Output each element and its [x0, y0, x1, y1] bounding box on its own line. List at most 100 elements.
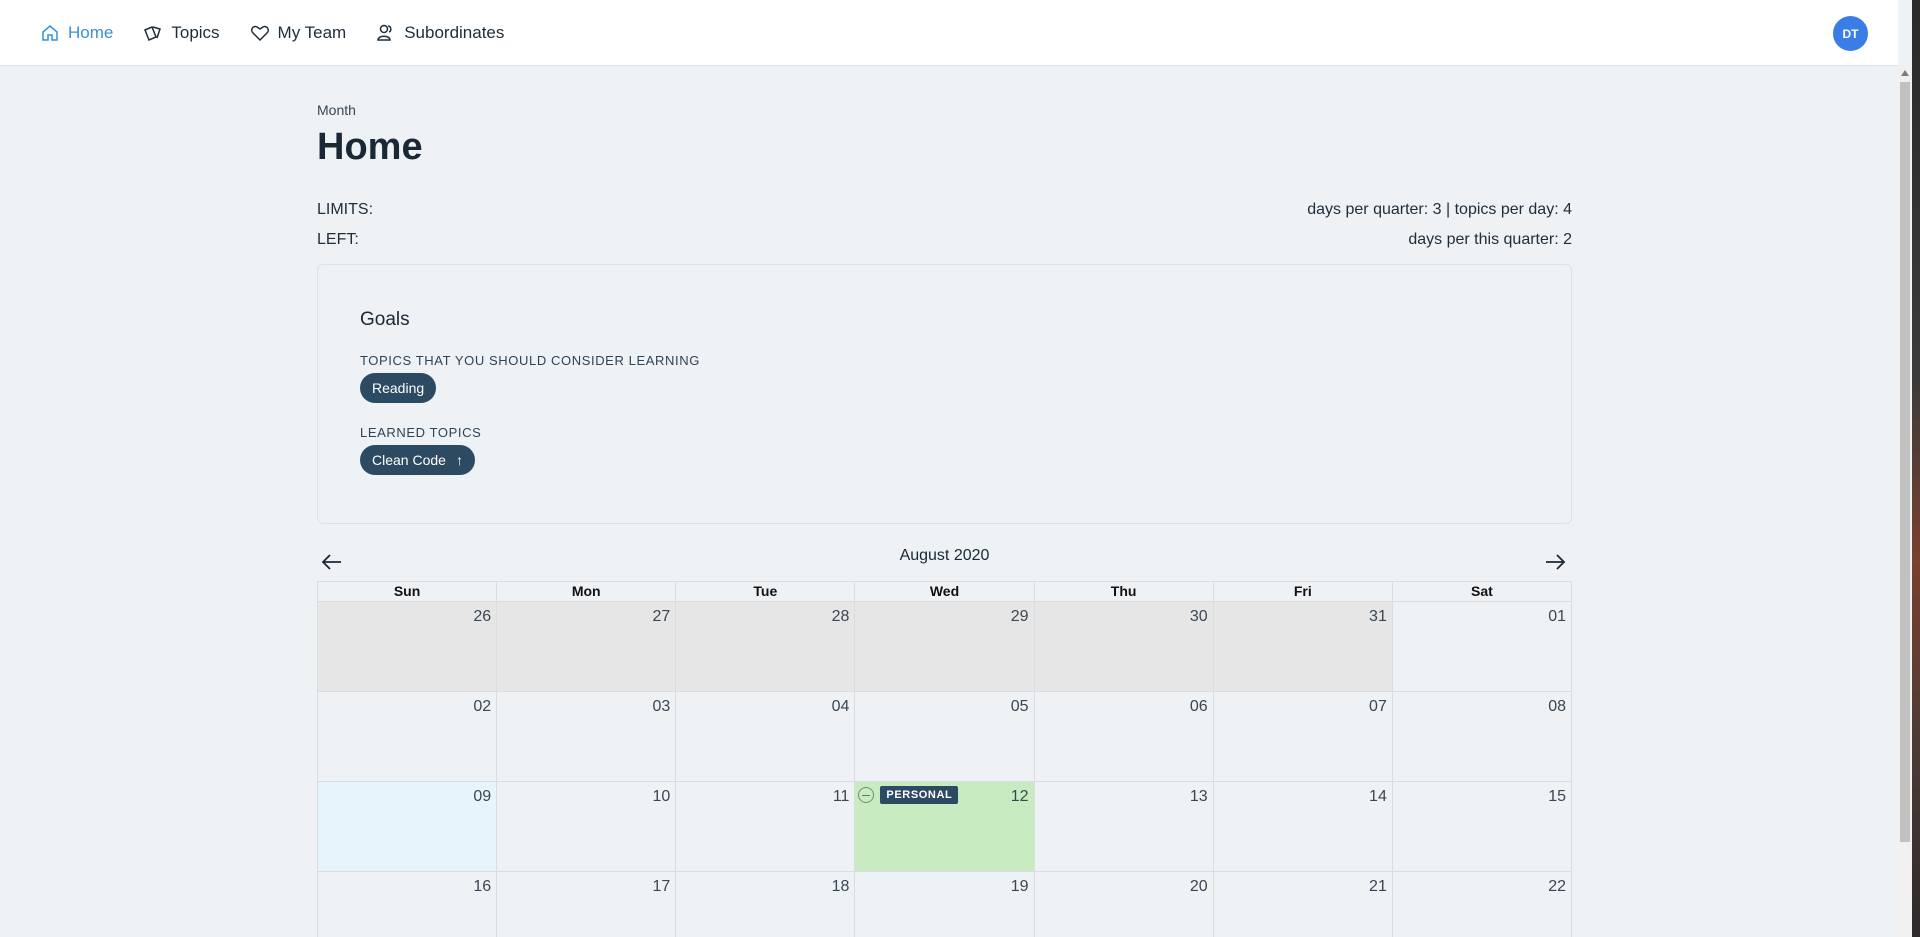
- nav-item-topics[interactable]: Topics: [143, 22, 220, 43]
- calendar-day[interactable]: 04: [676, 692, 856, 782]
- calendar-day[interactable]: 10: [497, 782, 677, 872]
- page-scrollbar[interactable]: [1898, 66, 1912, 937]
- day-number: 26: [473, 608, 492, 625]
- nav-item-label: Subordinates: [404, 22, 505, 42]
- left-label: LEFT:: [317, 231, 359, 248]
- day-number: 31: [1369, 608, 1387, 625]
- calendar-day[interactable]: 01: [1392, 602, 1572, 692]
- scroll-up-icon[interactable]: [1901, 70, 1909, 76]
- calendar-day[interactable]: 19: [855, 872, 1035, 937]
- calendar-day[interactable]: 30: [1034, 602, 1214, 692]
- day-number: 03: [652, 698, 671, 715]
- day-number: 11: [832, 788, 850, 805]
- topic-pill-clean-code[interactable]: Clean Code ↑: [360, 445, 475, 475]
- weekday-label: Sun: [318, 582, 498, 602]
- calendar-day[interactable]: 18: [676, 872, 856, 937]
- nav-item-subordinates[interactable]: Subordinates: [376, 23, 504, 43]
- calendar-week: 09 10 11 PERSONAL 12 13 14 15: [318, 782, 1572, 872]
- calendar-day[interactable]: 02: [318, 692, 498, 782]
- calendar-day[interactable]: 05: [855, 692, 1035, 782]
- day-number: 07: [1369, 698, 1387, 715]
- day-number: 14: [1369, 788, 1387, 805]
- calendar-week: 02 03 04 05 06 07 08: [318, 692, 1572, 782]
- calendar-day[interactable]: 26: [318, 602, 498, 692]
- calendar-day[interactable]: 07: [1213, 692, 1393, 782]
- calendar-day[interactable]: 13: [1034, 782, 1214, 872]
- day-number: 28: [831, 608, 850, 625]
- nav-item-home[interactable]: Home: [40, 23, 113, 43]
- calendar-day[interactable]: 14: [1213, 782, 1393, 872]
- topic-pill-label: Reading: [372, 380, 425, 396]
- page-title: Home: [317, 126, 423, 168]
- day-number: 05: [1010, 698, 1029, 715]
- weekday-label: Sat: [1392, 582, 1572, 602]
- remove-event-icon[interactable]: [858, 787, 875, 803]
- calendar-day[interactable]: 16: [318, 872, 498, 937]
- calendar-day[interactable]: 20: [1035, 872, 1214, 937]
- breadcrumb[interactable]: Month: [317, 102, 356, 118]
- limits-value: days per quarter: 3 | topics per day: 4: [1307, 201, 1572, 218]
- heart-icon: [250, 23, 270, 43]
- day-number: 15: [1548, 788, 1566, 805]
- day-number: 20: [1189, 878, 1208, 895]
- arrow-up-icon: ↑: [455, 452, 463, 468]
- limits-label: LIMITS:: [317, 201, 374, 218]
- avatar[interactable]: DT: [1833, 16, 1868, 51]
- calendar-day[interactable]: 31: [1213, 602, 1393, 692]
- day-number: 13: [1189, 788, 1208, 805]
- weekday-label: Fri: [1213, 582, 1393, 602]
- day-number: 02: [473, 698, 492, 715]
- left-value: days per this quarter: 2: [1408, 231, 1572, 248]
- scrollbar-thumb[interactable]: [1900, 82, 1910, 842]
- learned-topics-label: LEARNED TOPICS: [360, 425, 482, 440]
- calendar-day[interactable]: 21: [1214, 872, 1393, 937]
- calendar-day[interactable]: 08: [1392, 692, 1572, 782]
- calendar-day-event[interactable]: PERSONAL 12: [855, 782, 1035, 872]
- limits-row: LIMITS: days per quarter: 3 | topics per…: [317, 201, 1572, 219]
- calendar-day[interactable]: 29: [855, 602, 1035, 692]
- day-number: 01: [1548, 608, 1566, 625]
- weekday-label: Wed: [855, 582, 1035, 602]
- day-number: 12: [1010, 788, 1029, 805]
- weekday-header: Sun Mon Tue Wed Thu Fri Sat: [318, 582, 1572, 602]
- cards-icon: [143, 23, 163, 43]
- topic-pill-reading[interactable]: Reading: [360, 373, 437, 403]
- next-month-button[interactable]: [1542, 549, 1568, 575]
- calendar-grid: Sun Mon Tue Wed Thu Fri Sat 26 27 28 29 …: [317, 581, 1572, 937]
- day-number: 30: [1189, 608, 1208, 625]
- window-edge: [1912, 0, 1920, 937]
- day-number: 29: [1010, 608, 1029, 625]
- day-number: 16: [473, 878, 492, 895]
- day-number: 18: [831, 878, 850, 895]
- day-number: 27: [652, 608, 671, 625]
- calendar-day[interactable]: 22: [1393, 872, 1572, 937]
- topic-pill-label: Clean Code: [372, 452, 446, 468]
- calendar-week: 16 17 18 19 20 21 22: [318, 872, 1572, 937]
- main-nav: Home Topics My Team Subordinates: [40, 23, 534, 43]
- day-number: 09: [473, 788, 492, 805]
- calendar-day-today[interactable]: 09: [318, 782, 498, 872]
- calendar-month-label: August 2020: [899, 547, 990, 564]
- day-number: 10: [652, 788, 671, 805]
- day-number: 17: [652, 878, 671, 895]
- weekday-label: Thu: [1034, 582, 1214, 602]
- nav-item-label: Topics: [171, 22, 220, 42]
- day-number: 21: [1369, 878, 1387, 895]
- calendar-day[interactable]: 28: [676, 602, 856, 692]
- calendar-day[interactable]: 15: [1392, 782, 1572, 872]
- calendar-day[interactable]: 11: [676, 782, 856, 872]
- event-entry[interactable]: PERSONAL: [858, 786, 959, 804]
- goals-title: Goals: [360, 309, 410, 330]
- event-tag: PERSONAL: [880, 786, 959, 804]
- nav-item-my-team[interactable]: My Team: [250, 22, 347, 43]
- users-icon: [376, 23, 396, 43]
- home-icon: [40, 23, 60, 43]
- day-number: 06: [1189, 698, 1208, 715]
- calendar-day[interactable]: 06: [1034, 692, 1214, 782]
- top-navbar: Home Topics My Team Subordinates DT: [0, 0, 1898, 66]
- calendar-day[interactable]: 27: [497, 602, 677, 692]
- nav-item-label: My Team: [277, 22, 347, 42]
- calendar-day[interactable]: 03: [497, 692, 677, 782]
- calendar-day[interactable]: 17: [497, 872, 677, 937]
- left-row: LEFT: days per this quarter: 2: [317, 231, 1572, 249]
